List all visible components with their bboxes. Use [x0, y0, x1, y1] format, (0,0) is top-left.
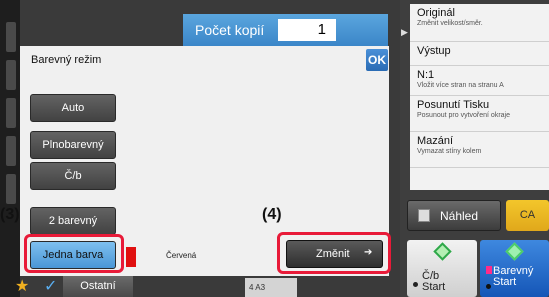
color-start-line2: Start	[493, 276, 517, 288]
setting-subtitle: Posunout pro vytvoření okraje	[417, 112, 510, 119]
collapse-arrow-icon[interactable]: ▶	[401, 27, 408, 38]
setting-title: N:1	[417, 69, 435, 81]
color-square-icon	[486, 266, 492, 274]
bw-dot-icon	[413, 282, 418, 287]
bw-start-line2: Start	[422, 281, 446, 293]
ok-button[interactable]: OK	[366, 49, 388, 71]
copies-label: Počet kopií	[195, 22, 265, 38]
left-tab[interactable]	[6, 136, 16, 166]
left-tab[interactable]	[6, 98, 16, 128]
callout-highlight-3	[24, 234, 124, 273]
color-start-label: Barevný Start	[493, 266, 533, 288]
setting-erase[interactable]: Mazání Vymazat stíny kolem	[410, 132, 549, 168]
setting-subtitle: Změnit velikost/směr.	[417, 20, 483, 27]
callout-step-3: (3)	[0, 206, 20, 223]
color-dot-icon	[486, 284, 491, 289]
dialog-title: Barevný režim	[31, 54, 102, 66]
selected-color-name: Červená	[166, 251, 197, 260]
setting-title: Posunutí Tisku	[417, 99, 490, 111]
mode-two-color-button[interactable]: 2 barevný	[30, 207, 116, 235]
mode-bw-button[interactable]: Č/b	[30, 162, 116, 190]
star-icon[interactable]: ★	[15, 276, 29, 296]
copies-input[interactable]: 1	[278, 19, 336, 41]
setting-subtitle: Vymazat stíny kolem	[417, 148, 482, 155]
setting-subtitle: Vložit více stran na stranu A	[417, 82, 504, 89]
mode-auto-button[interactable]: Auto	[30, 94, 116, 122]
left-tab[interactable]	[6, 22, 16, 52]
mode-full-color-button[interactable]: Plnobarevný	[30, 131, 116, 159]
preview-label: Náhled	[440, 209, 479, 223]
color-swatch	[126, 247, 136, 267]
left-tab[interactable]	[6, 60, 16, 90]
setting-output[interactable]: Výstup	[410, 42, 549, 66]
settings-list: Originál Změnit velikost/směr. Výstup N:…	[410, 4, 549, 190]
setting-title: Výstup	[417, 45, 451, 57]
callout-highlight-4	[277, 232, 391, 274]
setting-original[interactable]: Originál Změnit velikost/směr.	[410, 4, 549, 42]
paper-tray-indicator: 4 A3	[245, 278, 297, 297]
setting-n-up[interactable]: N:1 Vložit více stran na stranu A	[410, 66, 549, 96]
bw-start-label: Č/b Start	[422, 271, 445, 293]
preview-icon	[418, 209, 430, 222]
setting-print-shift[interactable]: Posunutí Tisku Posunout pro vytvoření ok…	[410, 96, 549, 132]
setting-title: Mazání	[417, 135, 454, 147]
callout-step-4: (4)	[262, 206, 282, 223]
clear-all-button[interactable]: CA	[506, 200, 549, 231]
left-tab[interactable]	[6, 174, 16, 204]
start-diamond-icon	[505, 242, 524, 261]
setting-title: Originál	[417, 7, 455, 19]
start-diamond-icon	[433, 242, 452, 261]
other-button[interactable]: Ostatní	[63, 276, 133, 297]
check-icon[interactable]: ✓	[44, 276, 57, 296]
